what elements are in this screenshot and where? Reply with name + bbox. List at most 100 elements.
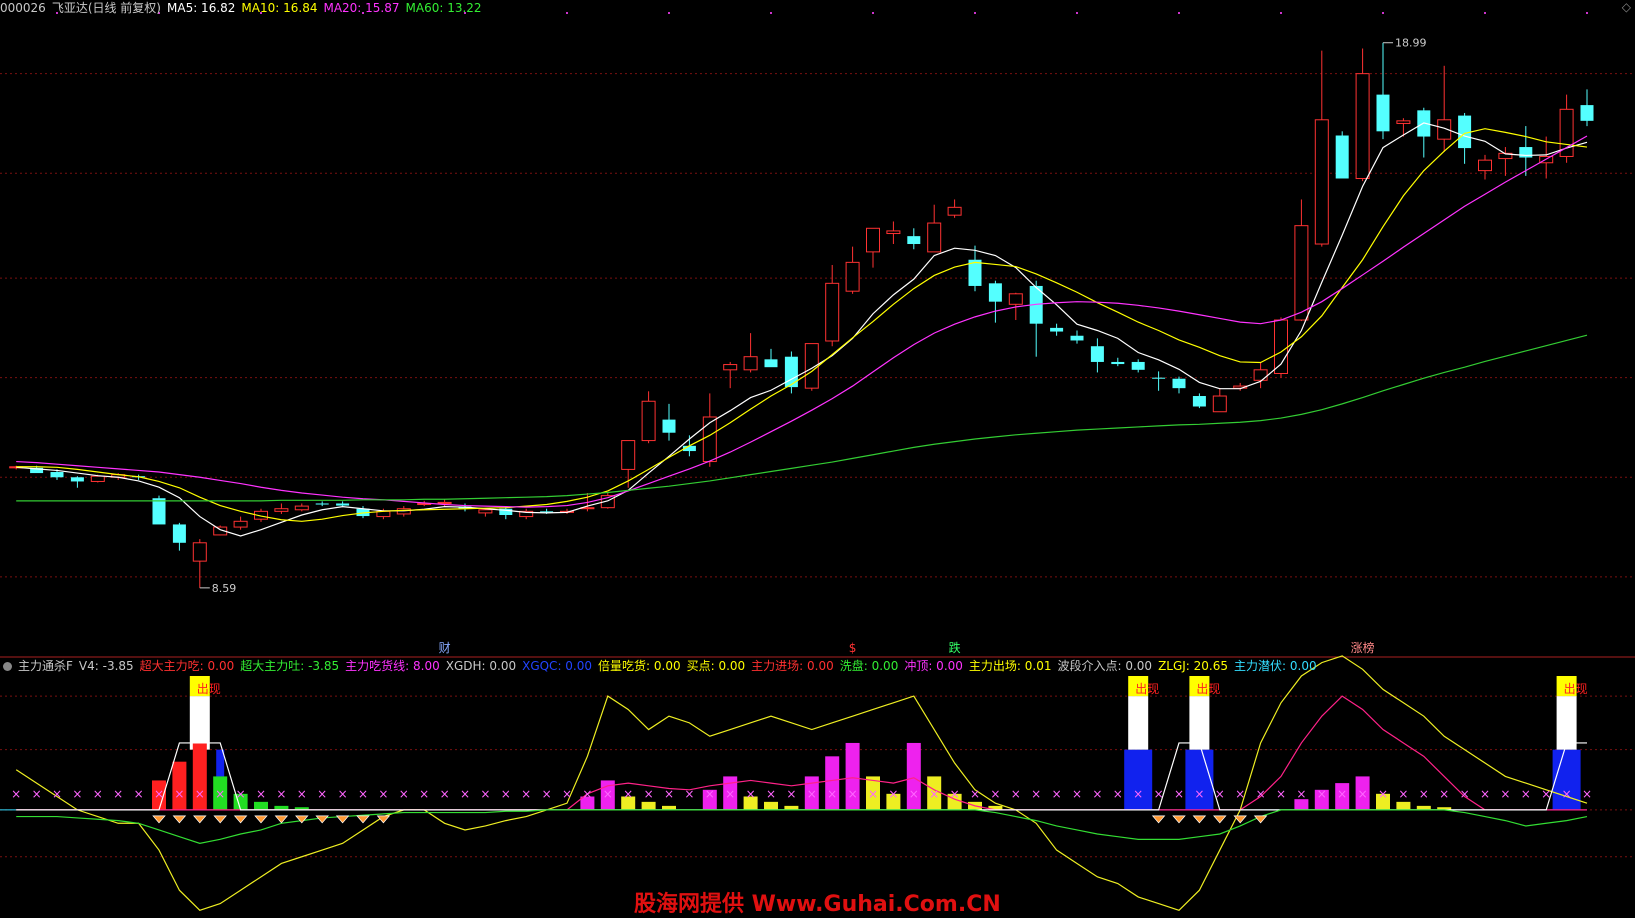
diamond-marker — [1172, 815, 1186, 824]
candle-body — [1253, 369, 1268, 381]
candle-body — [641, 400, 656, 442]
sub_header-item: XGDH: 0.00 — [445, 659, 517, 673]
top-marker — [1280, 12, 1282, 14]
cross-marker: × — [378, 787, 388, 801]
cross-marker: × — [338, 787, 348, 801]
candle-body — [1314, 119, 1329, 245]
cross-marker: × — [827, 787, 837, 801]
candle-body — [1335, 135, 1349, 179]
cross-marker: × — [1256, 787, 1266, 801]
signal-label: 出现 — [1564, 682, 1588, 696]
candle-body — [1580, 105, 1594, 121]
signal-column-white — [1189, 696, 1210, 750]
cross-marker: × — [664, 787, 674, 801]
cross-marker: × — [1276, 787, 1286, 801]
top_header-item: 000026 — [0, 1, 46, 15]
candle-body — [1355, 73, 1370, 179]
top-marker — [1382, 12, 1384, 14]
diamond-marker — [1213, 815, 1227, 824]
cross-marker: × — [868, 787, 878, 801]
cross-marker: × — [725, 787, 735, 801]
diamond-marker — [335, 815, 350, 824]
sub_header-item: ZLGJ: 20.65 — [1158, 659, 1229, 673]
cross-marker: × — [848, 787, 858, 801]
indicator-bar — [825, 756, 840, 810]
cross-marker: × — [358, 787, 368, 801]
cross-marker: × — [1562, 787, 1572, 801]
signal-column-white — [1128, 696, 1149, 750]
sub_header-item: 主力通杀F — [18, 659, 73, 673]
cross-marker: × — [582, 787, 592, 801]
top_header-item: MA20: 15.87 — [323, 1, 400, 15]
cross-marker: × — [623, 787, 633, 801]
candle-body — [1478, 159, 1492, 172]
indicator-bar — [274, 805, 289, 810]
indicator-bar — [784, 805, 799, 810]
signal-label: 出现 — [1196, 682, 1220, 696]
indicator-bar — [254, 801, 268, 810]
indicator-line — [16, 809, 1588, 844]
candle-body — [845, 261, 860, 292]
sub_header-item: V4: -3.85 — [78, 659, 134, 673]
indicator-line — [16, 742, 1587, 811]
price-tag: 8.59 — [212, 582, 237, 595]
candle-body — [437, 501, 452, 504]
settings-dot-icon[interactable] — [3, 662, 12, 671]
sub_header-item: 超大主力吐: -3.85 — [240, 659, 340, 673]
candle-body — [947, 206, 962, 216]
cross-marker: × — [603, 787, 613, 801]
candle-body — [274, 508, 289, 512]
diamond-marker — [1192, 815, 1207, 824]
sub_header-item: 洗盘: 0.00 — [839, 659, 899, 673]
top-marker — [1076, 12, 1078, 14]
diamond-marker — [193, 815, 207, 824]
candle-body — [825, 282, 840, 342]
indicator-bar — [172, 761, 187, 810]
indicator-line — [16, 695, 1587, 811]
ma-line-ma20 — [16, 135, 1588, 508]
indicator-bar — [662, 805, 676, 810]
cross-marker: × — [480, 787, 490, 801]
candle-body — [1376, 94, 1390, 132]
cross-marker: × — [174, 787, 184, 801]
candle-body — [1294, 225, 1309, 321]
candle-body — [50, 472, 64, 478]
cross-marker: × — [1480, 787, 1490, 801]
cross-marker: × — [1317, 787, 1327, 801]
signal-column-white — [1556, 696, 1577, 750]
ma-line-ma5 — [16, 122, 1588, 537]
event-marker: 财 — [439, 641, 451, 655]
cross-marker: × — [1133, 787, 1143, 801]
cross-marker: × — [1052, 787, 1062, 801]
indicator-bar — [1396, 801, 1411, 810]
cross-marker: × — [786, 787, 796, 801]
candle-body — [315, 503, 329, 505]
cross-marker: × — [950, 787, 960, 801]
candle-body — [764, 359, 778, 368]
cross-marker: × — [154, 787, 164, 801]
cross-marker: × — [1072, 787, 1082, 801]
diamond-marker — [1253, 815, 1268, 824]
cross-marker: × — [1092, 787, 1102, 801]
candle-body — [784, 356, 798, 388]
stock-chart[interactable]: 18.99 8.59 财 $ 跌 涨榜出现 出现 出现 出现 × × × × × × × × × × × × × × × × × ×… — [0, 0, 1635, 917]
cross-marker: × — [11, 787, 21, 801]
candle-body — [1090, 346, 1104, 362]
signal-label: 出现 — [1135, 682, 1159, 696]
candle-body — [152, 498, 166, 525]
candle-body — [233, 520, 248, 528]
diamond-icon[interactable]: ◇ — [1622, 0, 1631, 14]
top-marker — [872, 12, 874, 14]
candle-body — [90, 475, 105, 482]
candle-body — [1070, 335, 1084, 341]
main-chart-header: 000026 飞亚达(日线 前复权) MA5: 16.82 MA10: 16.84 MA… — [0, 0, 488, 16]
watermark: 股海网提供 Www.Guhai.Com.CN — [634, 892, 1001, 917]
cross-marker: × — [929, 787, 939, 801]
cross-marker: × — [1337, 787, 1347, 801]
sub_header-item: 主力潜伏: 0.00 — [1234, 659, 1317, 673]
candle-body — [1274, 319, 1288, 374]
top_header-item: MA10: 16.84 — [241, 1, 318, 15]
cross-marker: × — [399, 787, 409, 801]
candle-body — [192, 542, 207, 562]
candle-body — [1008, 293, 1023, 305]
